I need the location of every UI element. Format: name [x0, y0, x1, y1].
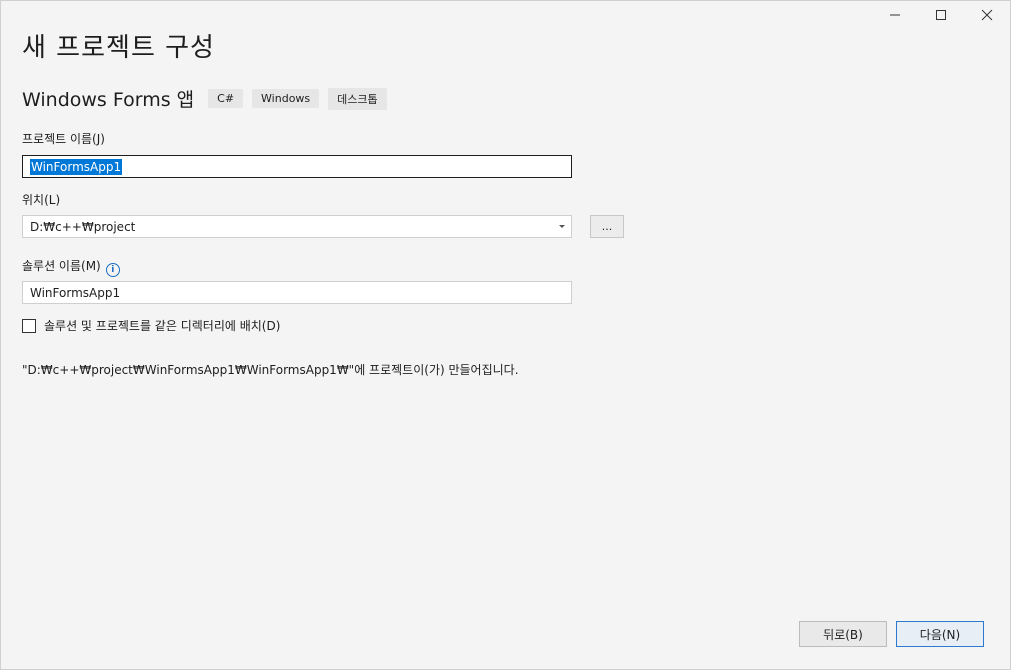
- back-button[interactable]: 뒤로(B): [799, 621, 887, 647]
- configure-project-window: 새 프로젝트 구성 Windows Forms 앱 C# Windows 데스크…: [0, 0, 1011, 670]
- solution-name-label: 솔루션 이름(M): [22, 259, 101, 273]
- tag-project-type: 데스크톱: [328, 87, 387, 110]
- page-title: 새 프로젝트 구성: [22, 33, 215, 63]
- project-name-input[interactable]: WinFormsApp1: [22, 155, 572, 178]
- project-name-label: 프로젝트 이름(J): [22, 132, 105, 146]
- same-directory-checkbox[interactable]: [22, 318, 36, 333]
- maximize-icon: [936, 10, 946, 20]
- same-directory-label: 솔루션 및 프로젝트를 같은 디렉터리에 배치(D): [44, 319, 281, 333]
- close-icon: [981, 9, 993, 21]
- next-button[interactable]: 다음(N): [896, 621, 984, 647]
- minimize-button[interactable]: [872, 1, 918, 29]
- solution-name-label-row: 솔루션 이름(M) i: [22, 257, 120, 277]
- project-name-value: WinFormsApp1: [30, 158, 123, 175]
- template-header: Windows Forms 앱 C# Windows 데스크톱: [22, 85, 396, 112]
- browse-button[interactable]: ...: [590, 215, 624, 238]
- same-directory-option[interactable]: 솔루션 및 프로젝트를 같은 디렉터리에 배치(D): [22, 317, 280, 334]
- solution-name-input[interactable]: WinFormsApp1: [22, 281, 572, 304]
- solution-name-value: WinFormsApp1: [30, 285, 121, 300]
- chevron-down-icon[interactable]: [559, 225, 565, 228]
- close-button[interactable]: [964, 1, 1010, 29]
- location-combobox[interactable]: D:₩c++₩project: [22, 215, 572, 238]
- info-icon[interactable]: i: [105, 263, 120, 277]
- tag-platform: Windows: [252, 89, 320, 108]
- window-caption-buttons: [872, 1, 1010, 29]
- minimize-icon: [890, 14, 900, 16]
- tag-language: C#: [208, 89, 244, 108]
- template-name: Windows Forms 앱: [22, 89, 195, 111]
- location-label: 위치(L): [22, 193, 61, 207]
- location-value: D:₩c++₩project: [30, 219, 136, 234]
- maximize-button[interactable]: [918, 1, 964, 29]
- creation-path-note: "D:₩c++₩project₩WinFormsApp1₩WinFormsApp…: [22, 363, 519, 377]
